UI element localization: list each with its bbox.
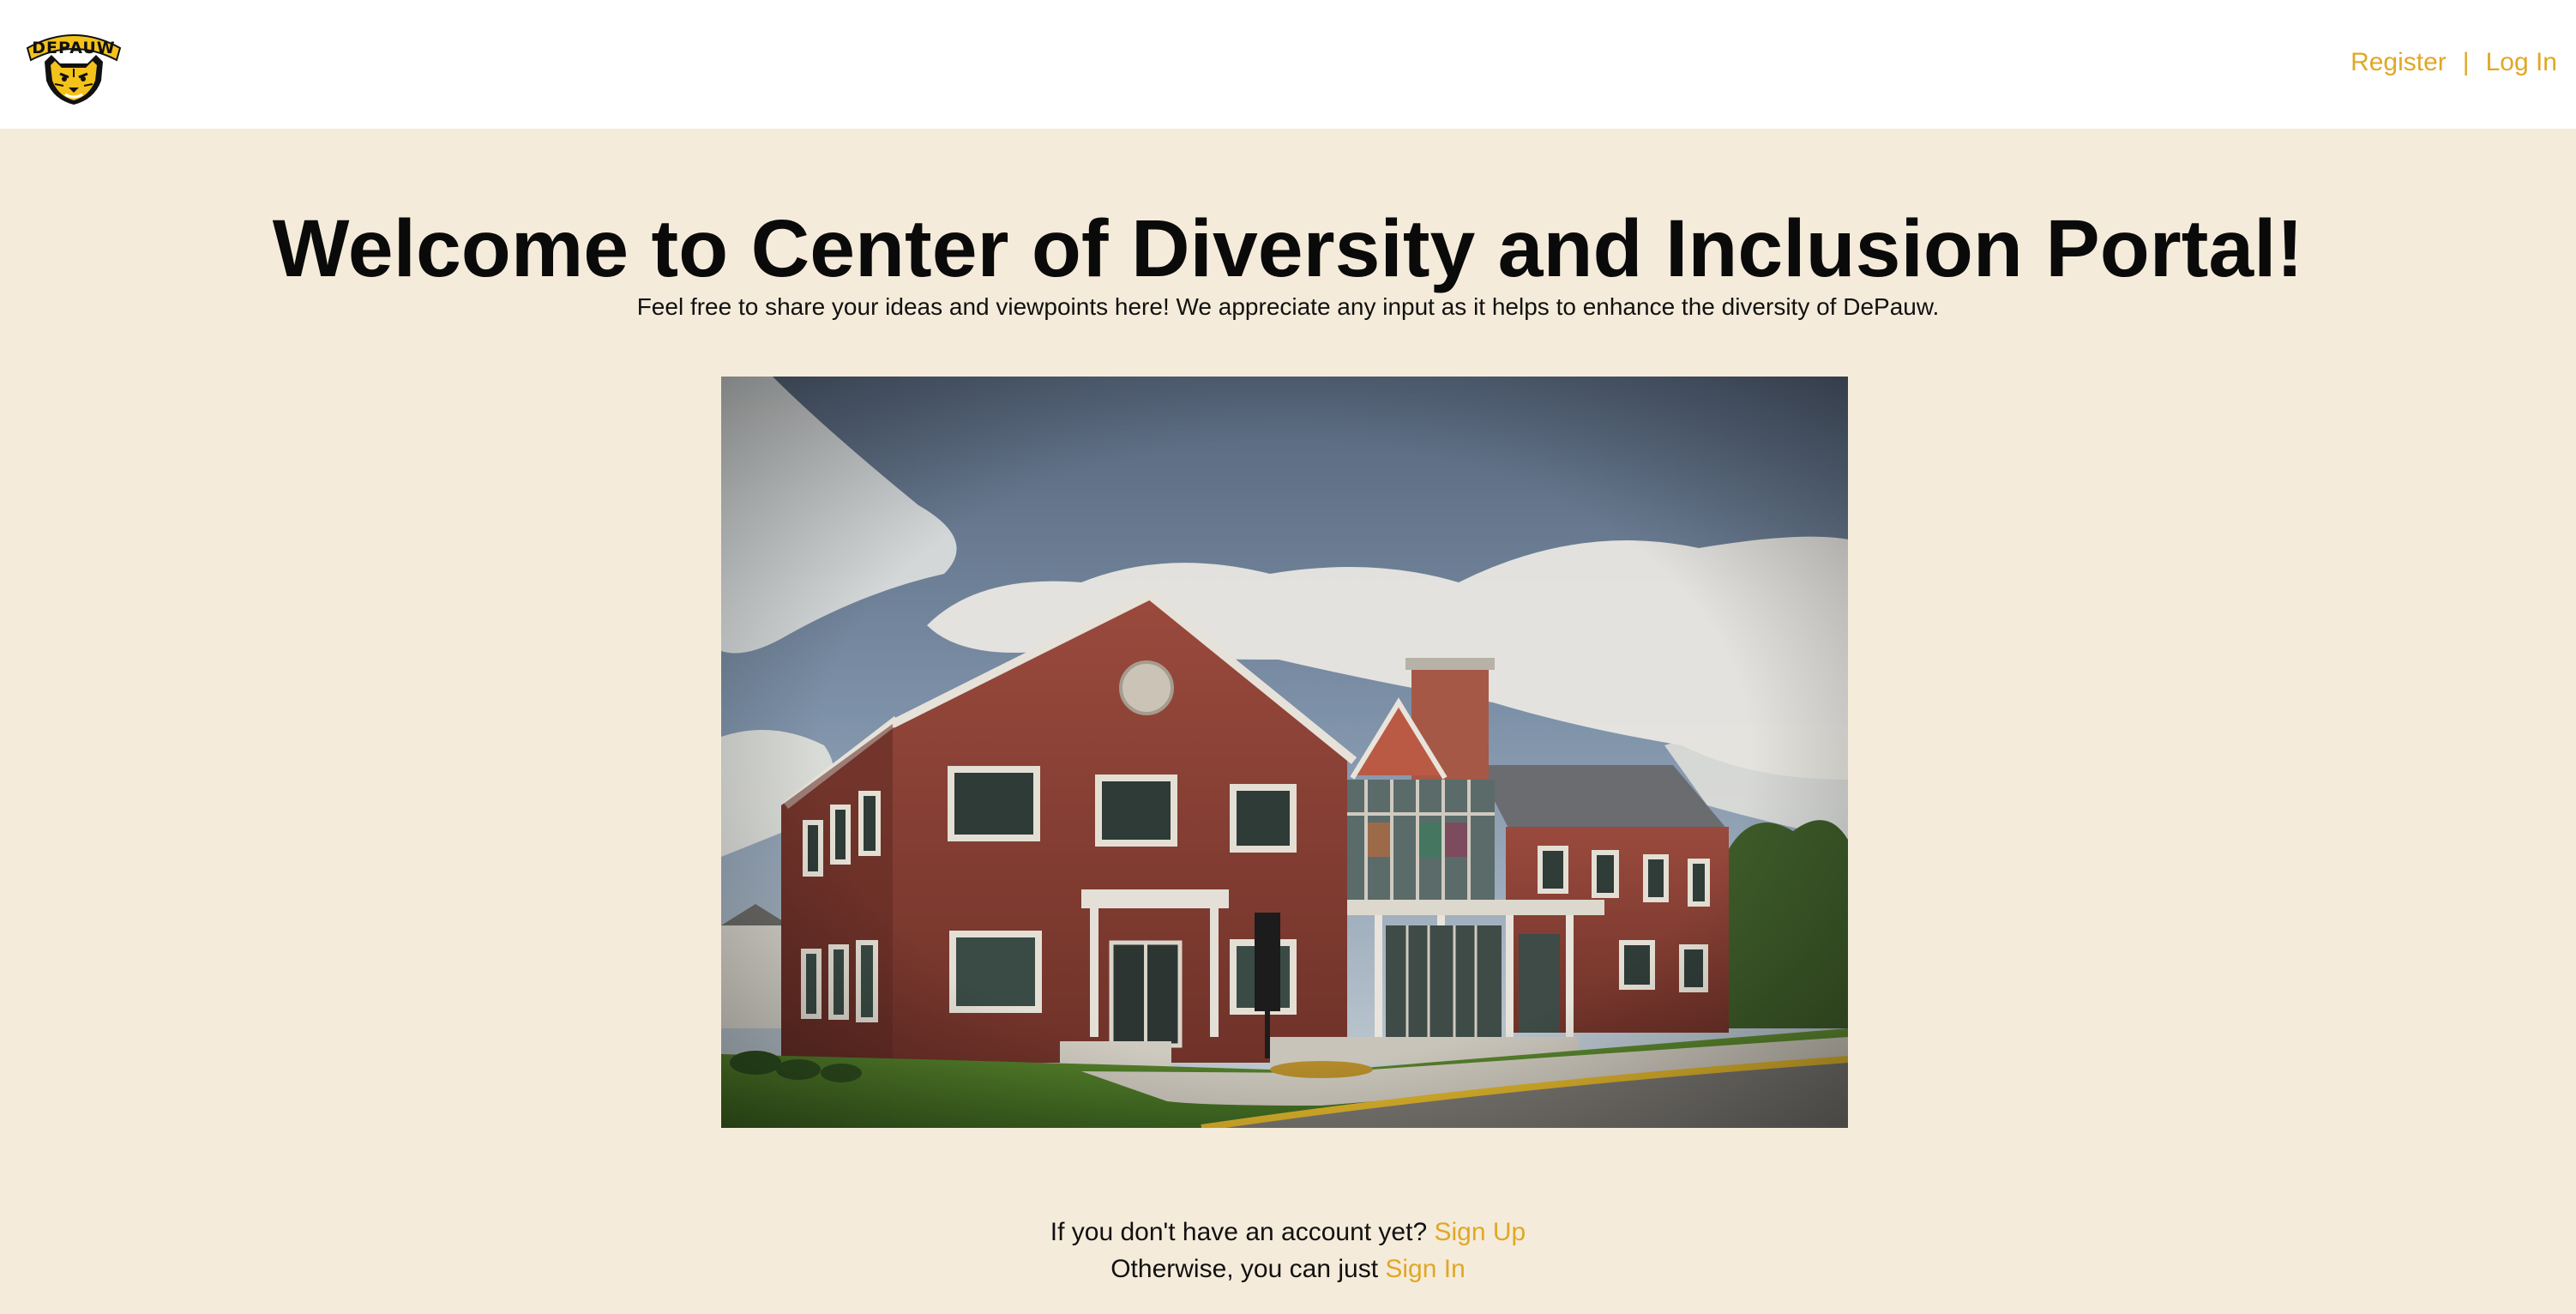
signin-prompt-text: Otherwise, you can just (1110, 1255, 1379, 1283)
page-subtitle: Feel free to share your ideas and viewpo… (636, 293, 1940, 320)
register-link[interactable]: Register (2350, 48, 2447, 77)
campus-building-photo (721, 377, 1848, 1128)
signin-prompt: Otherwise, you can just Sign In (0, 1251, 2576, 1288)
nav-separator: | (2462, 48, 2470, 76)
signup-prompt: If you don't have an account yet? Sign U… (0, 1214, 2576, 1251)
page-title: Welcome to Center of Diversity and Inclu… (272, 203, 2304, 294)
auth-nav: Register | Log In (2350, 43, 2557, 82)
site-header: DEPAUW Register | Log In (0, 0, 2576, 129)
campus-building-photo-icon (721, 377, 1848, 1128)
logo-wordmark: DEPAUW (32, 39, 115, 57)
signup-prompt-text: If you don't have an account yet? (1050, 1218, 1428, 1246)
signin-link[interactable]: Sign In (1385, 1255, 1465, 1283)
depauw-tiger-logo-icon[interactable]: DEPAUW (26, 21, 122, 106)
signup-link[interactable]: Sign Up (1434, 1218, 1526, 1246)
login-link[interactable]: Log In (2486, 48, 2557, 77)
